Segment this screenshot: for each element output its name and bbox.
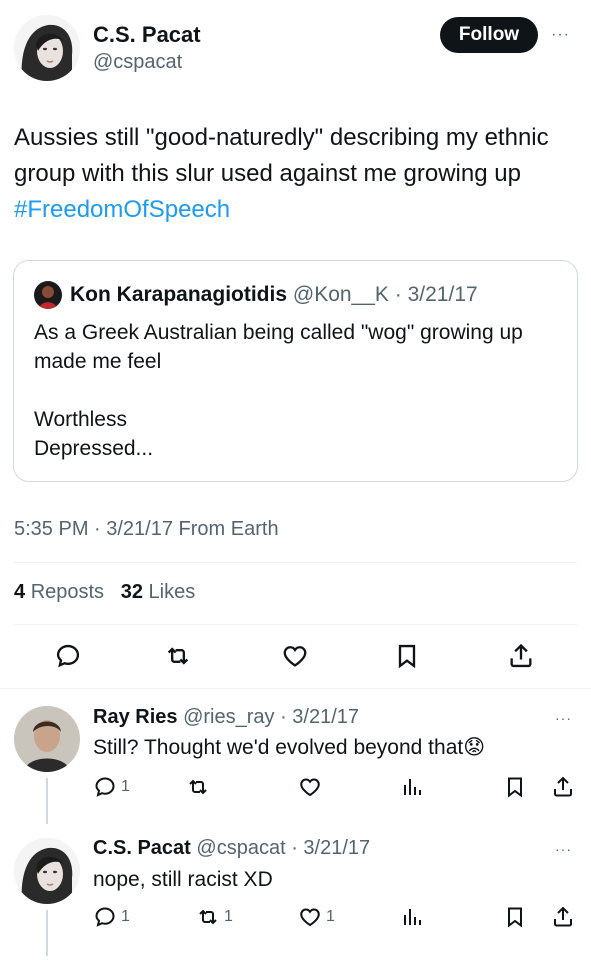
heart-icon bbox=[283, 646, 307, 667]
bookmark-icon bbox=[508, 777, 522, 798]
views-button[interactable] bbox=[400, 775, 424, 799]
likes-count: 32 bbox=[120, 581, 143, 603]
quoted-author-avatar bbox=[34, 281, 62, 309]
quoted-tweet-card[interactable]: Kon Karapanagiotidis @Kon__K · 3/21/17 A… bbox=[13, 260, 578, 482]
reply-icon bbox=[95, 777, 115, 797]
repost-icon bbox=[167, 647, 189, 665]
reply-icon bbox=[95, 907, 115, 927]
repost-button[interactable] bbox=[164, 642, 192, 670]
repost-button[interactable] bbox=[186, 775, 210, 799]
heart-icon bbox=[300, 908, 320, 927]
author-avatar[interactable] bbox=[14, 15, 80, 81]
reply-author-handle[interactable]: @ries_ray bbox=[183, 706, 274, 728]
reply-author-name[interactable]: Ray Ries bbox=[93, 706, 178, 728]
quoted-author-name: Kon Karapanagiotidis bbox=[70, 283, 288, 306]
reply-date[interactable]: · 3/21/17 bbox=[291, 837, 370, 859]
views-button[interactable] bbox=[400, 905, 424, 929]
quoted-header: Kon Karapanagiotidis @Kon__K · 3/21/17 bbox=[70, 283, 478, 307]
reply-count: 1 bbox=[121, 908, 130, 925]
repost-count: 1 bbox=[224, 908, 233, 925]
quoted-author-handle: @Kon__K bbox=[292, 283, 389, 306]
share-button[interactable] bbox=[507, 642, 535, 670]
reply-button[interactable]: 1 bbox=[93, 775, 130, 799]
reply-text: nope, still racist XD bbox=[93, 868, 273, 891]
repost-button[interactable]: 1 bbox=[196, 905, 233, 929]
like-button[interactable]: 1 bbox=[298, 905, 335, 929]
bookmark-button[interactable] bbox=[393, 642, 421, 670]
reposts-count: 4 bbox=[14, 581, 26, 603]
divider bbox=[14, 624, 577, 625]
likes-stat[interactable]: 32 Likes bbox=[121, 581, 196, 603]
tweet-timestamp[interactable]: 5:35 PM · 3/21/17 From Earth bbox=[14, 518, 279, 541]
like-count: 1 bbox=[326, 908, 335, 925]
share-icon bbox=[510, 643, 532, 668]
like-button[interactable] bbox=[298, 775, 322, 799]
reply-count: 1 bbox=[121, 778, 130, 795]
bookmark-button[interactable] bbox=[503, 905, 527, 929]
reply-header: Ray Ries @ries_ray · 3/21/17 bbox=[93, 706, 359, 729]
thread-line bbox=[46, 910, 48, 956]
author-handle[interactable]: @cspacat bbox=[93, 51, 182, 74]
divider bbox=[14, 562, 577, 563]
thread-line bbox=[46, 778, 48, 824]
quoted-date: · 3/21/17 bbox=[394, 283, 478, 306]
reply-button[interactable]: 1 bbox=[93, 905, 130, 929]
reply-text: Still? Thought we'd evolved beyond that😟 bbox=[93, 735, 485, 760]
reply-author-avatar[interactable] bbox=[14, 706, 80, 772]
share-icon bbox=[554, 776, 572, 797]
share-button[interactable] bbox=[551, 905, 575, 929]
heart-icon bbox=[300, 778, 320, 797]
share-button[interactable] bbox=[551, 775, 575, 799]
repost-icon bbox=[199, 909, 217, 925]
repost-icon bbox=[189, 779, 207, 795]
tweet-text: Aussies still "good-naturedly" describin… bbox=[14, 120, 574, 228]
worried-emoji: 😟 bbox=[463, 736, 486, 759]
like-button[interactable] bbox=[281, 642, 309, 670]
reply-author-avatar[interactable] bbox=[14, 838, 80, 904]
share-icon bbox=[554, 906, 572, 927]
engagement-stats: 4 Reposts 32 Likes bbox=[14, 581, 195, 604]
reply-header: C.S. Pacat @cspacat · 3/21/17 bbox=[93, 837, 370, 860]
views-icon bbox=[404, 909, 421, 925]
bookmark-button[interactable] bbox=[503, 775, 527, 799]
follow-button[interactable]: Follow bbox=[440, 17, 538, 53]
more-icon[interactable]: ··· bbox=[555, 841, 572, 857]
bookmark-icon bbox=[398, 644, 416, 669]
likes-label: Likes bbox=[148, 581, 196, 603]
reply-author-handle[interactable]: @cspacat bbox=[196, 837, 285, 859]
author-name[interactable]: C.S. Pacat bbox=[93, 22, 201, 48]
reply-date[interactable]: · 3/21/17 bbox=[280, 706, 359, 728]
bookmark-icon bbox=[508, 907, 522, 928]
hashtag-link[interactable]: #FreedomOfSpeech bbox=[14, 196, 230, 223]
quoted-text: As a Greek Australian being called "wog"… bbox=[34, 321, 523, 460]
divider bbox=[0, 688, 591, 689]
reply-button[interactable] bbox=[54, 642, 82, 670]
more-icon[interactable]: ··· bbox=[551, 26, 570, 44]
views-icon bbox=[404, 779, 421, 795]
reposts-stat[interactable]: 4 Reposts bbox=[14, 581, 104, 603]
reply-author-name[interactable]: C.S. Pacat bbox=[93, 837, 191, 859]
more-icon[interactable]: ··· bbox=[555, 710, 572, 726]
reposts-label: Reposts bbox=[30, 581, 105, 603]
reply-text-body: Still? Thought we'd evolved beyond that bbox=[93, 736, 464, 759]
tweet-text-body: Aussies still "good-naturedly" describin… bbox=[14, 124, 549, 187]
reply-icon bbox=[56, 644, 80, 668]
